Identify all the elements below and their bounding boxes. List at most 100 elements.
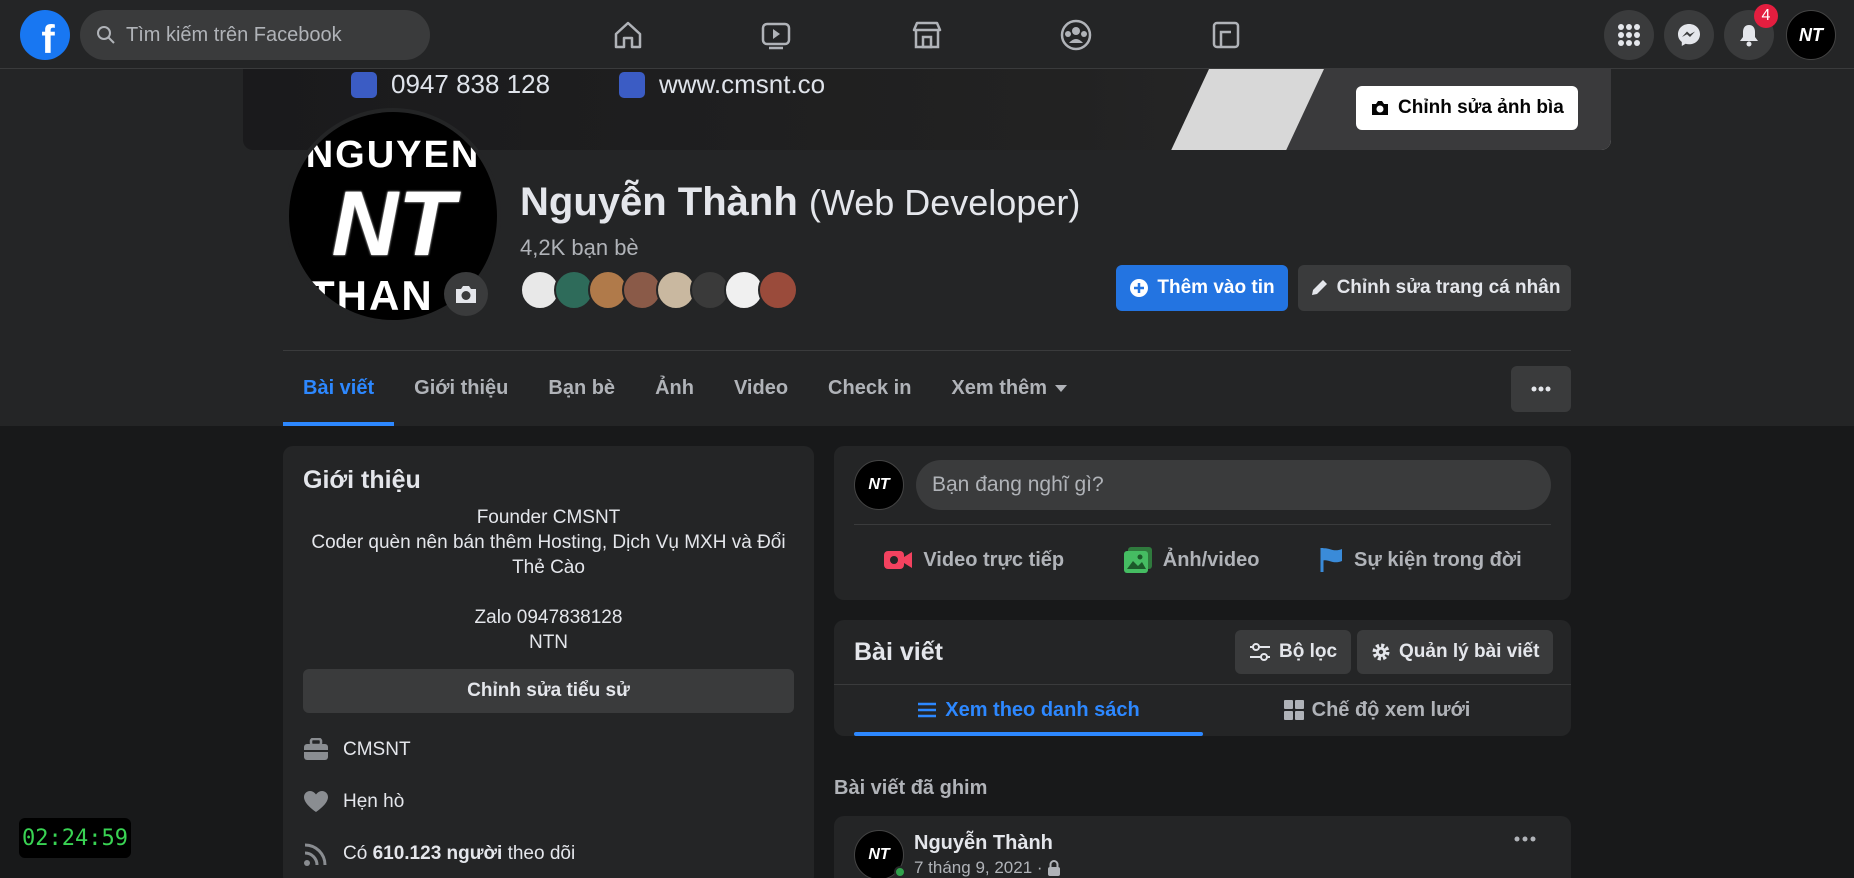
intro-title: Giới thiệu	[303, 466, 421, 494]
intro-work: CMSNT	[303, 735, 794, 765]
intro-relationship: Hẹn hò	[303, 787, 794, 817]
account-avatar-text: NT	[1799, 24, 1823, 45]
tab-checkins[interactable]: Check in	[808, 351, 931, 426]
composer-input[interactable]	[916, 460, 1551, 510]
profile-name-text: Nguyễn Thành	[520, 180, 798, 224]
grid-icon	[1283, 700, 1304, 720]
edit-profile-button[interactable]: Chỉnh sửa trang cá nhân	[1298, 265, 1571, 311]
followers-prefix: Có	[343, 843, 368, 864]
filter-label: Bộ lọc	[1279, 641, 1338, 662]
profile-name-suffix: (Web Developer)	[808, 182, 1081, 223]
intro-followers[interactable]: Có 610.123 người theo dõi	[303, 839, 794, 869]
edit-bio-button[interactable]: Chỉnh sửa tiểu sử	[303, 669, 794, 713]
gaming-icon[interactable]	[1203, 12, 1249, 58]
search-icon	[97, 26, 115, 44]
manage-posts-label: Quản lý bài viết	[1399, 641, 1540, 662]
update-profile-picture-button[interactable]	[444, 272, 488, 316]
cover-phone: 0947 838 128	[351, 69, 550, 100]
menu-grid-icon[interactable]	[1604, 10, 1654, 60]
composer-avatar[interactable]: NT	[854, 460, 904, 510]
notifications-icon[interactable]: 4	[1724, 4, 1778, 60]
intro-relationship-text: Hẹn hò	[343, 791, 405, 812]
edit-cover-button[interactable]: Chỉnh sửa ảnh bìa	[1356, 86, 1578, 130]
grid-view-label: Chế độ xem lưới	[1311, 698, 1471, 721]
bio-text: Founder CMSNT Coder quèn nên bán thêm Ho…	[311, 507, 786, 653]
ellipsis-icon	[1514, 836, 1536, 842]
list-view-tab[interactable]: Xem theo danh sách	[854, 686, 1203, 736]
ellipsis-icon	[1531, 386, 1551, 392]
tab-more[interactable]: Xem thêm	[931, 351, 1087, 426]
more-options-button[interactable]	[1511, 366, 1571, 412]
edit-cover-label: Chỉnh sửa ảnh bìa	[1398, 97, 1564, 118]
notification-badge: 4	[1754, 4, 1778, 28]
profile-picture-text-bottom: THAN	[309, 272, 434, 319]
posts-header: Bài viết Bộ lọc Quản lý bài viết Xem the…	[834, 620, 1571, 736]
flag-icon	[1320, 548, 1343, 572]
tab-friends[interactable]: Bạn bè	[528, 351, 635, 426]
top-navbar: f 4 NT	[0, 0, 1854, 69]
search-box[interactable]	[80, 10, 430, 60]
post-composer: NT Video trực tiếp Ảnh/video Sự kiện tro…	[834, 446, 1571, 600]
search-input[interactable]	[126, 23, 406, 47]
intro-card: Giới thiệu Founder CMSNT Coder quèn nên …	[283, 446, 814, 878]
live-video-label: Video trực tiếp	[923, 548, 1065, 571]
account-avatar[interactable]: NT	[1786, 10, 1836, 60]
cover-website-text: www.cmsnt.co	[659, 69, 826, 99]
sliders-icon	[1250, 643, 1270, 661]
pinned-post: NT Nguyễn Thành 7 tháng 9, 2021 ·	[834, 816, 1571, 878]
post-options-button[interactable]	[1514, 836, 1536, 842]
tab-videos[interactable]: Video	[714, 351, 808, 426]
photo-video-label: Ảnh/video	[1162, 548, 1260, 571]
live-video-button[interactable]: Video trực tiếp	[869, 537, 1078, 583]
photo-video-button[interactable]: Ảnh/video	[1109, 537, 1274, 583]
pinned-posts-label: Bài viết đã ghim	[834, 777, 988, 799]
caret-down-icon	[1055, 384, 1067, 392]
lock-icon	[1047, 860, 1060, 876]
online-status-dot	[894, 866, 906, 878]
friend-avatar[interactable]	[758, 270, 798, 310]
tab-about[interactable]: Giới thiệu	[394, 351, 528, 426]
messenger-icon[interactable]	[1664, 10, 1714, 60]
posts-title: Bài viết	[854, 638, 943, 666]
watch-video-icon[interactable]	[753, 12, 799, 58]
post-author-name[interactable]: Nguyễn Thành	[914, 832, 1053, 855]
camera-icon	[456, 286, 476, 303]
home-icon[interactable]	[605, 12, 651, 58]
marketplace-icon[interactable]	[904, 12, 950, 58]
photo-icon	[1123, 547, 1152, 573]
profile-picture-text-top: NGUYEN	[305, 134, 481, 176]
groups-icon[interactable]	[1053, 12, 1099, 58]
friend-count[interactable]: 4,2K bạn bè	[520, 235, 639, 261]
live-video-icon	[884, 551, 913, 569]
add-to-story-label: Thêm vào tin	[1157, 277, 1275, 298]
camera-icon	[1372, 101, 1388, 115]
grid-view-tab[interactable]: Chế độ xem lưới	[1203, 686, 1551, 734]
profile-tabs: Bài viết Giới thiệu Bạn bè Ảnh Video Che…	[283, 351, 1087, 426]
posts-header-divider	[834, 684, 1571, 685]
phone-icon	[351, 71, 377, 98]
profile-picture-text-mid: NT	[331, 173, 455, 275]
life-event-label: Sự kiện trong đời	[1354, 548, 1522, 571]
tab-posts[interactable]: Bài viết	[283, 351, 395, 426]
intro-work-text: CMSNT	[343, 739, 411, 760]
friend-avatars	[520, 270, 798, 310]
composer-avatar-text: NT	[868, 476, 890, 493]
facebook-logo[interactable]: f	[20, 10, 70, 60]
followers-count: 610.123 người	[372, 843, 503, 864]
add-to-story-button[interactable]: Thêm vào tin	[1116, 265, 1288, 311]
life-event-button[interactable]: Sự kiện trong đời	[1304, 537, 1536, 583]
edit-profile-label: Chỉnh sửa trang cá nhân	[1336, 277, 1561, 298]
tab-more-label: Xem thêm	[951, 377, 1047, 399]
cover-phone-text: 0947 838 128	[391, 69, 551, 99]
list-view-label: Xem theo danh sách	[945, 698, 1140, 721]
intro-followers-text: Có 610.123 người theo dõi	[343, 843, 575, 865]
tab-photos[interactable]: Ảnh	[635, 351, 714, 426]
briefcase-icon	[304, 738, 328, 760]
post-author-avatar-text: NT	[868, 846, 890, 863]
filter-button[interactable]: Bộ lọc	[1235, 630, 1352, 674]
heart-icon	[304, 791, 328, 812]
plus-circle-icon	[1130, 279, 1149, 297]
post-date[interactable]: 7 tháng 9, 2021 ·	[914, 858, 1043, 878]
manage-posts-button[interactable]: Quản lý bài viết	[1357, 630, 1554, 674]
pencil-icon	[1311, 280, 1327, 295]
